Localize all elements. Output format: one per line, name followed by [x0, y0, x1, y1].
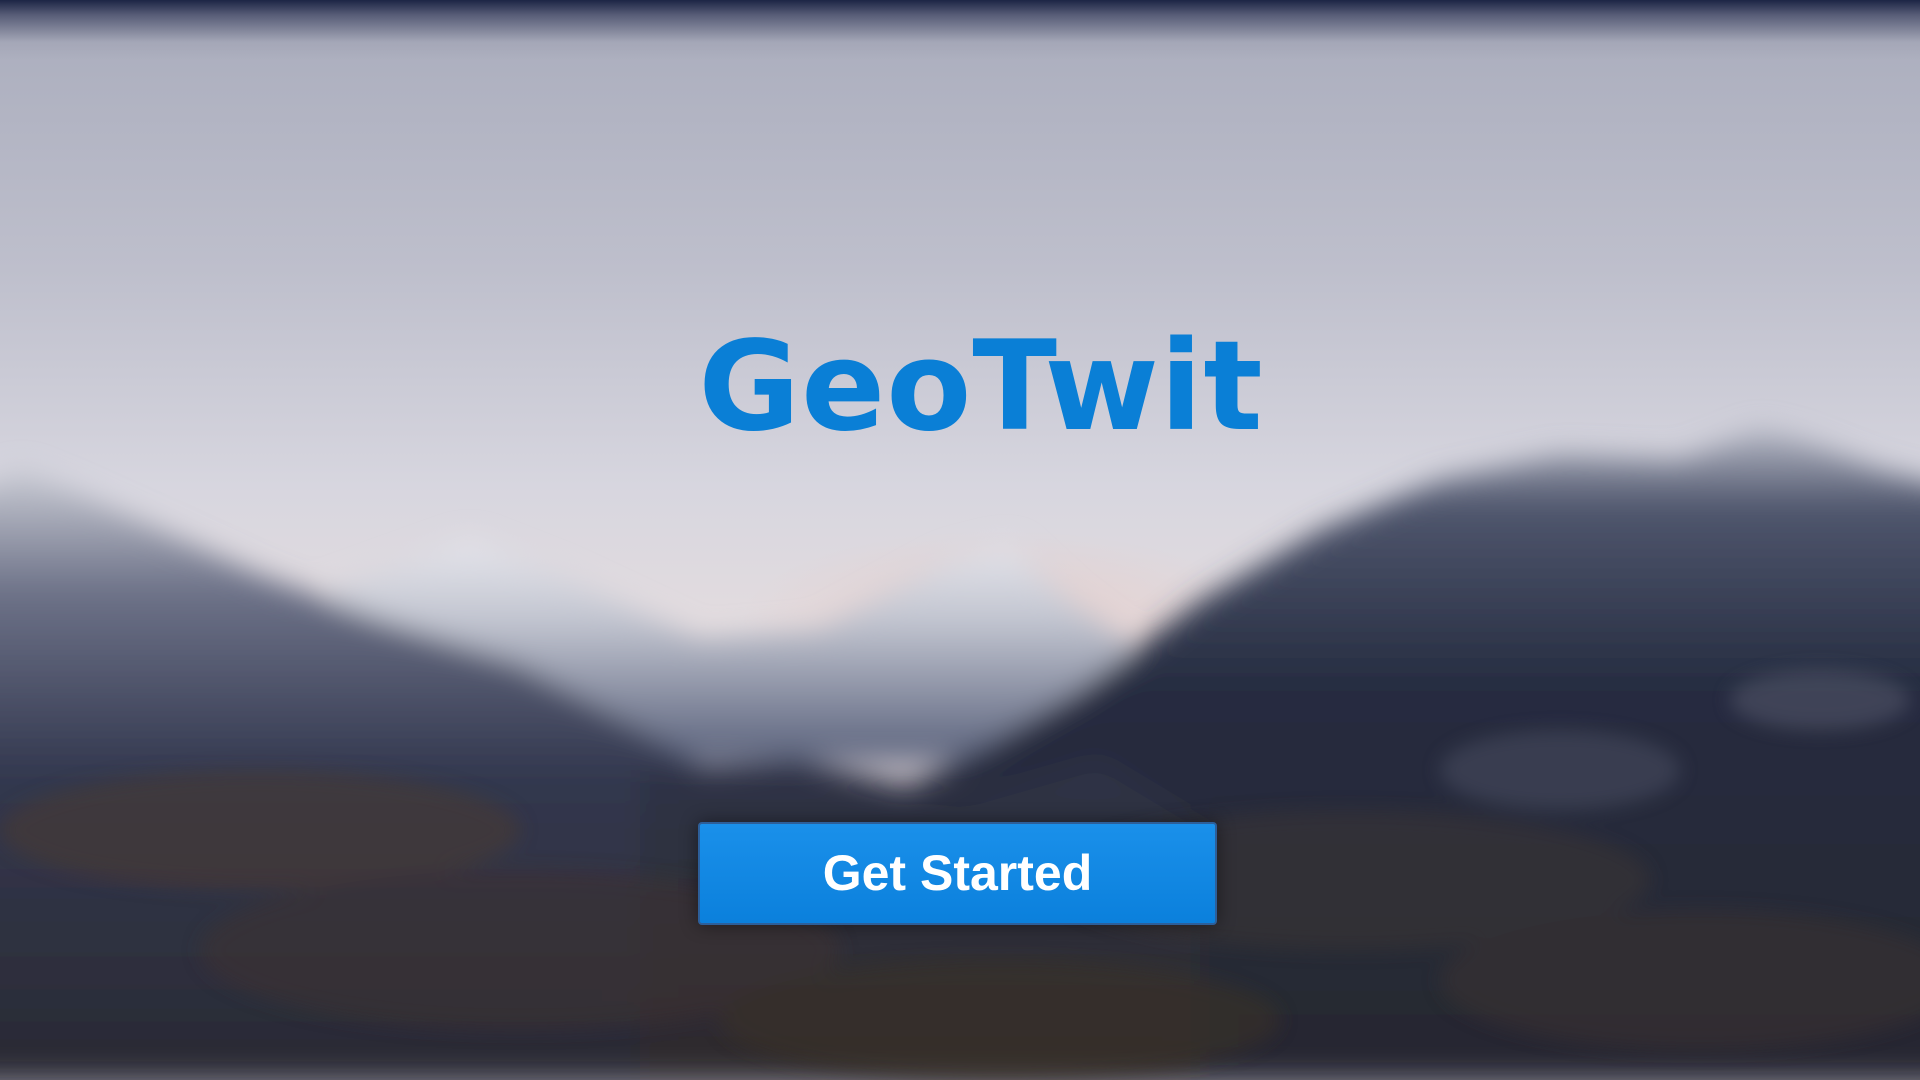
get-started-button[interactable]: Get Started — [698, 822, 1217, 925]
app-title: GeoTwit — [698, 315, 1264, 459]
top-edge-shadow — [0, 0, 1920, 60]
